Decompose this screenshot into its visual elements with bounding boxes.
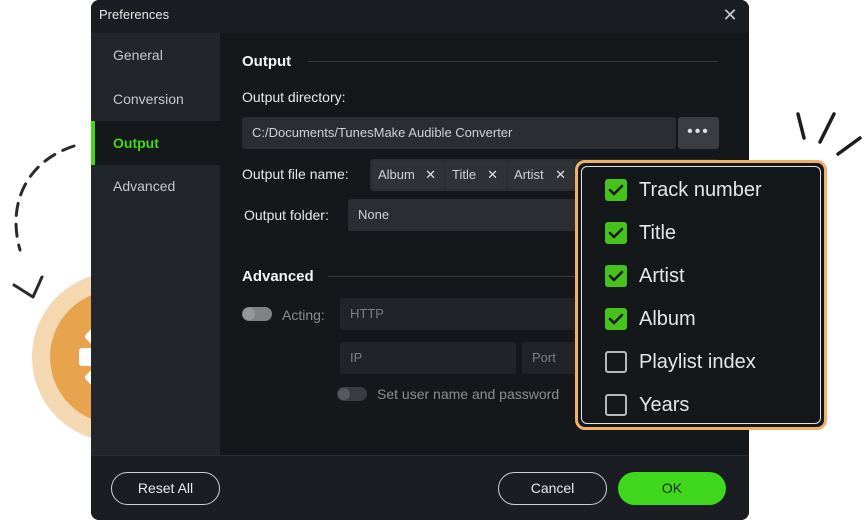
checkbox-checked[interactable] (605, 179, 627, 201)
acting-toggle[interactable] (242, 307, 272, 321)
checkbox-unchecked[interactable] (605, 351, 627, 373)
output-section-divider (308, 61, 718, 62)
footer: Reset All Cancel OK (91, 455, 749, 520)
tag-label: Album (378, 167, 415, 182)
output-directory-field[interactable]: C:/Documents/TunesMake Audible Converter (242, 117, 676, 149)
auth-label: Set user name and password (377, 386, 560, 402)
option-label: Years (639, 394, 690, 416)
option-label: Title (639, 222, 677, 244)
more-dots-icon[interactable]: ••• (678, 117, 719, 149)
output-directory-label: Output directory: (242, 89, 346, 105)
tag-label: Title (452, 167, 477, 182)
ip-input[interactable]: IP (340, 342, 516, 374)
reset-all-button[interactable]: Reset All (111, 472, 220, 505)
auth-toggle[interactable] (337, 387, 367, 401)
cancel-button[interactable]: Cancel (498, 472, 607, 505)
checkmark-icon (608, 184, 624, 196)
output-filename-label: Output file name: (242, 166, 349, 182)
sidebar-item-general[interactable]: General (91, 33, 220, 77)
output-folder-label: Output folder: (244, 207, 329, 223)
window-title: Preferences (99, 7, 170, 22)
close-icon[interactable]: ✕ (487, 161, 498, 189)
checkmark-icon (608, 313, 624, 325)
checkbox-unchecked[interactable] (605, 394, 627, 416)
filename-tag-artist: Artist ✕ (508, 161, 574, 189)
sidebar-item-conversion[interactable]: Conversion (91, 77, 220, 121)
close-icon[interactable]: ✕ (555, 161, 566, 189)
title-bar: Preferences ✕ (91, 0, 749, 32)
checkmark-icon (608, 227, 624, 239)
ok-button[interactable]: OK (618, 472, 726, 505)
close-icon[interactable]: ✕ (721, 6, 739, 24)
acting-label: Acting: (282, 307, 325, 323)
filename-tag-album: Album ✕ (372, 161, 444, 189)
popup-border (581, 166, 821, 424)
filename-tag-title: Title ✕ (446, 161, 506, 189)
sidebar: General Conversion Output Advanced (91, 33, 220, 455)
output-section-title: Output (242, 53, 292, 70)
option-label: Playlist index (639, 351, 756, 373)
advanced-section-title: Advanced (242, 268, 314, 285)
checkbox-checked[interactable] (605, 222, 627, 244)
option-label: Track number (639, 179, 762, 201)
sidebar-item-advanced[interactable]: Advanced (91, 164, 220, 208)
option-label: Artist (639, 265, 685, 287)
filename-options-popup: Track number Title Artist Album Playlist… (575, 160, 827, 430)
burst-lines-icon (796, 112, 862, 156)
sidebar-item-output[interactable]: Output (91, 121, 220, 165)
stage: Preferences ✕ General Conversion Output … (0, 0, 868, 520)
checkbox-checked[interactable] (605, 265, 627, 287)
close-icon[interactable]: ✕ (425, 161, 436, 189)
option-label: Album (639, 308, 696, 330)
checkbox-checked[interactable] (605, 308, 627, 330)
tag-label: Artist (514, 167, 544, 182)
checkmark-icon (608, 270, 624, 282)
